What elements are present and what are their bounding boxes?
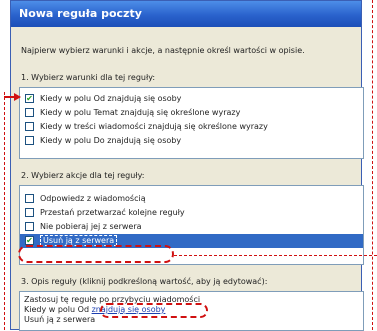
conditions-list[interactable]: ✔ Kiedy w polu Od znajdują się osoby Kie… <box>19 87 364 159</box>
action-stop-processing-checkbox[interactable] <box>25 208 34 217</box>
condition-to-checkbox[interactable] <box>25 136 34 145</box>
annotation-highlight-link <box>100 303 208 318</box>
condition-from-checkbox[interactable]: ✔ <box>25 94 34 103</box>
condition-from[interactable]: ✔ Kiedy w polu Od znajdują się osoby <box>20 92 363 106</box>
action-reply-checkbox[interactable] <box>25 194 34 203</box>
conditions-label: 1. Wybierz warunki dla tej reguły: <box>21 73 156 82</box>
action-delete-checkbox[interactable]: ✔ <box>25 236 34 245</box>
condition-subject[interactable]: Kiedy w polu Temat znajdują się określon… <box>20 106 363 120</box>
annotation-arrow-head-icon <box>14 93 21 101</box>
condition-to[interactable]: Kiedy w polu Do znajdują się osoby <box>20 134 363 148</box>
condition-body-checkbox[interactable] <box>25 122 34 131</box>
condition-subject-checkbox[interactable] <box>25 108 34 117</box>
action-dont-download-label: Nie pobieraj jej z serwera <box>40 222 142 231</box>
description-label: 3. Opis reguły (kliknij podkreśloną wart… <box>21 277 268 286</box>
condition-subject-label: Kiedy w polu Temat znajdują się określon… <box>40 108 241 117</box>
intro-text: Najpierw wybierz warunki i akcje, a nast… <box>21 46 305 55</box>
dialog-title: Nowa reguła poczty <box>11 1 361 27</box>
condition-body-label: Kiedy w treści wiadomości znajdują się o… <box>40 122 268 131</box>
action-dont-download[interactable]: Nie pobieraj jej z serwera <box>20 220 363 234</box>
action-stop-processing-label: Przestań przetwarzać kolejne reguły <box>40 208 185 217</box>
action-dont-download-checkbox[interactable] <box>25 222 34 231</box>
action-reply-label: Odpowiedz z wiadomością <box>40 194 146 203</box>
rule-line-2-prefix: Kiedy w polu Od <box>24 305 90 314</box>
condition-from-label: Kiedy w polu Od znajdują się osoby <box>40 94 182 103</box>
annotation-right-vertical <box>372 0 373 330</box>
annotation-highlight-action <box>18 245 174 263</box>
annotation-left-line <box>4 92 5 330</box>
condition-body[interactable]: Kiedy w treści wiadomości znajdują się o… <box>20 120 363 134</box>
actions-label: 2. Wybierz akcje dla tej reguły: <box>21 171 145 180</box>
annotation-right-line <box>174 255 377 256</box>
action-reply[interactable]: Odpowiedz z wiadomością <box>20 192 363 206</box>
rule-dialog: Nowa reguła poczty Najpierw wybierz waru… <box>10 0 364 331</box>
condition-to-label: Kiedy w polu Do znajdują się osoby <box>40 136 182 145</box>
action-stop-processing[interactable]: Przestań przetwarzać kolejne reguły <box>20 206 363 220</box>
